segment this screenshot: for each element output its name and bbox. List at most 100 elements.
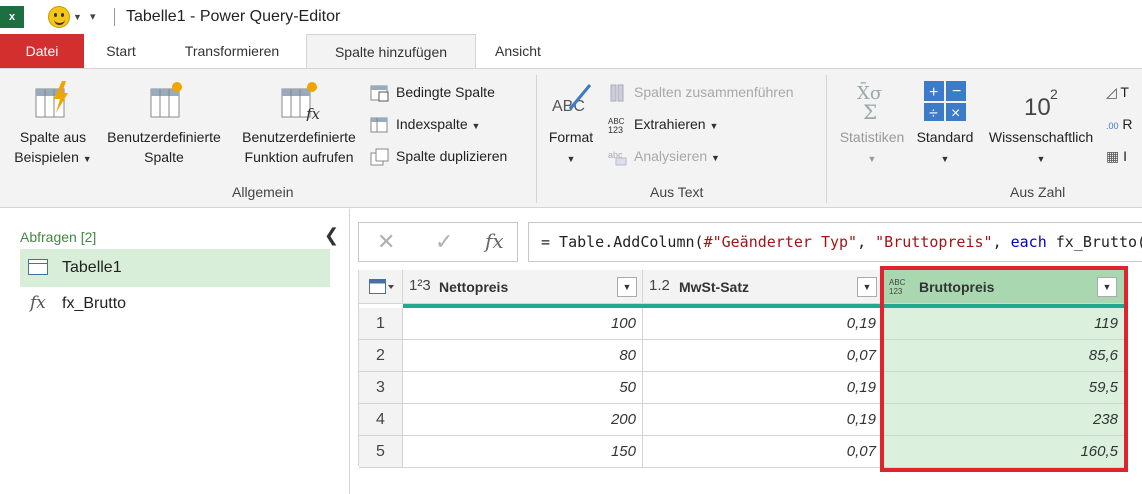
rounding-button[interactable]: .00 R	[1106, 113, 1133, 135]
cancel-icon[interactable]: ✕	[377, 229, 395, 255]
queries-header: Abfragen [2]	[20, 229, 97, 245]
chevron-down-icon[interactable]: ▼	[1097, 277, 1117, 297]
query-item-tabelle1[interactable]: Tabelle1	[20, 249, 330, 287]
parse-icon: abc	[608, 150, 627, 166]
formula-rest: fx_Brutto(	[1046, 233, 1142, 251]
chevron-down-icon[interactable]: ▼	[857, 277, 877, 297]
chevron-down-icon: ▼	[709, 121, 719, 131]
format-label: Format	[548, 129, 594, 145]
excel-icon[interactable]: x	[0, 6, 24, 28]
spalte-duplizieren-label: Spalte duplizieren	[396, 148, 508, 164]
table-cell[interactable]: 238	[883, 404, 1125, 436]
collapse-pane-icon[interactable]: ❮	[324, 225, 339, 246]
invoke-function-icon: fx	[281, 82, 321, 121]
row-number[interactable]: 1	[359, 308, 403, 340]
table-cell[interactable]: 0,19	[643, 404, 883, 436]
analysieren-button[interactable]: abc Analysieren ▼	[608, 145, 720, 167]
table-cell[interactable]: 0,07	[643, 436, 883, 468]
indexspalte-label: Indexspalte	[396, 116, 468, 132]
row-number[interactable]: 5	[359, 436, 403, 468]
tab-datei[interactable]: Datei	[0, 34, 84, 68]
table-menu-icon	[369, 279, 394, 294]
query-item-fx-brutto[interactable]: fx fx_Brutto	[20, 289, 330, 321]
formula-keyword: each	[1010, 233, 1047, 251]
label-line-2: Spalte	[144, 149, 184, 165]
tab-start[interactable]: Start	[84, 34, 158, 68]
standard-button[interactable]: + − ÷ × Standard ▼	[910, 79, 980, 169]
information-button[interactable]: ▦ I	[1106, 145, 1127, 167]
table-cell[interactable]: 85,6	[883, 340, 1125, 372]
format-button[interactable]: ABC Format ▼	[542, 79, 600, 169]
svg-text:×: ×	[951, 105, 960, 121]
svg-text:fx: fx	[305, 105, 321, 121]
wissenschaftlich-button[interactable]: 10 2 Wissenschaftlich ▼	[982, 79, 1100, 169]
confirm-icon[interactable]: ✓	[435, 229, 453, 255]
information-icon: ▦	[1106, 148, 1120, 164]
table-cell[interactable]: 150	[403, 436, 643, 468]
tab-transformieren[interactable]: Transformieren	[158, 34, 306, 68]
trigonometry-button[interactable]: ◿ T	[1106, 81, 1129, 103]
label-line-1: Spalte aus	[19, 129, 87, 145]
scientific-icon: 10 2	[1024, 86, 1058, 121]
ribbon-tabs: Datei Start Transformieren Spalte hinzuf…	[0, 34, 1142, 69]
chevron-down-icon[interactable]: ▼	[617, 277, 637, 297]
conditional-column-icon	[370, 85, 389, 102]
table-cell[interactable]: 80	[403, 340, 643, 372]
formula-input[interactable]: = Table.AddColumn(#"Geänderter Typ", "Br…	[528, 222, 1142, 262]
table-cell[interactable]: 0,19	[643, 372, 883, 404]
label-line-1: Benutzerdefinierte	[107, 129, 221, 145]
wissenschaftlich-label: Wissenschaftlich	[988, 129, 1094, 145]
table-cell[interactable]: 59,5	[883, 372, 1125, 404]
tab-ansicht[interactable]: Ansicht	[476, 34, 560, 68]
row-number[interactable]: 4	[359, 404, 403, 436]
column-header-mwst-satz[interactable]: 1.2 MwSt-Satz ▼	[643, 270, 883, 304]
table-cell[interactable]: 0,19	[643, 308, 883, 340]
function-icon: fx	[30, 293, 46, 313]
statistiken-button[interactable]: X̄σ Σ Statistiken ▼	[834, 79, 910, 169]
group-divider	[826, 75, 827, 203]
table-cell[interactable]: 0,07	[643, 340, 883, 372]
group-label-aus-zahl: Aus Zahl	[1010, 184, 1066, 200]
table-cell[interactable]: 119	[883, 308, 1125, 340]
rounding-label: R	[1122, 116, 1133, 132]
smiley-icon[interactable]	[48, 6, 70, 28]
spalte-aus-beispielen-button[interactable]: Spalte aus Beispielen ▼	[10, 79, 96, 169]
table-cell[interactable]: 50	[403, 372, 643, 404]
table-cell[interactable]: 200	[403, 404, 643, 436]
table-icon	[28, 259, 48, 275]
svg-text:−: −	[952, 83, 961, 100]
formula-buttons: ✕ ✓ fx	[358, 222, 518, 262]
function-icon[interactable]: fx	[485, 229, 504, 253]
row-number[interactable]: 3	[359, 372, 403, 404]
row-number[interactable]: 2	[359, 340, 403, 372]
table-cell[interactable]: 100	[403, 308, 643, 340]
information-label: I	[1123, 148, 1128, 164]
column-header-bruttopreis[interactable]: ABC 123 Bruttopreis ▼	[883, 270, 1125, 304]
benutzerdefinierte-spalte-button[interactable]: Benutzerdefinierte Spalte	[98, 79, 230, 167]
divider	[114, 8, 115, 26]
spalten-zusammenfuehren-button[interactable]: Spalten zusammenführen	[608, 81, 794, 103]
bedingte-spalte-button[interactable]: Bedingte Spalte	[370, 81, 495, 103]
customize-qat-icon[interactable]: ▾	[90, 10, 96, 23]
extrahieren-button[interactable]: ABC 123 Extrahieren ▼	[608, 113, 718, 135]
tab-spalte-hinzufuegen[interactable]: Spalte hinzufügen	[306, 34, 476, 69]
indexspalte-button[interactable]: Indexspalte ▼	[370, 113, 480, 135]
formula-prefix: = Table.AddColumn(	[541, 233, 704, 251]
bedingte-spalte-label: Bedingte Spalte	[396, 84, 495, 100]
chevron-down-icon: ▼	[1036, 154, 1046, 164]
benutzerdefinierte-funktion-button[interactable]: fx Benutzerdefinierte Funktion aufrufen	[232, 79, 366, 167]
table-cell[interactable]: 160,5	[883, 436, 1125, 468]
spalte-duplizieren-button[interactable]: Spalte duplizieren	[370, 145, 507, 167]
chevron-down-icon: ▼	[940, 154, 950, 164]
table-menu-button[interactable]	[359, 270, 403, 304]
chevron-down-icon[interactable]: ▼	[73, 12, 82, 22]
column-from-examples-icon	[35, 81, 68, 118]
column-header-nettopreis[interactable]: 1²3 Nettopreis ▼	[403, 270, 643, 304]
statistiken-label: Statistiken	[839, 129, 905, 145]
svg-text:÷: ÷	[929, 105, 938, 121]
query-label: fx_Brutto	[62, 295, 127, 312]
extract-icon: ABC123	[608, 117, 625, 134]
statistics-icon: X̄σ Σ	[857, 81, 882, 121]
formula-arg2: "Bruttopreis"	[875, 233, 993, 251]
duplicate-column-icon	[370, 148, 389, 166]
